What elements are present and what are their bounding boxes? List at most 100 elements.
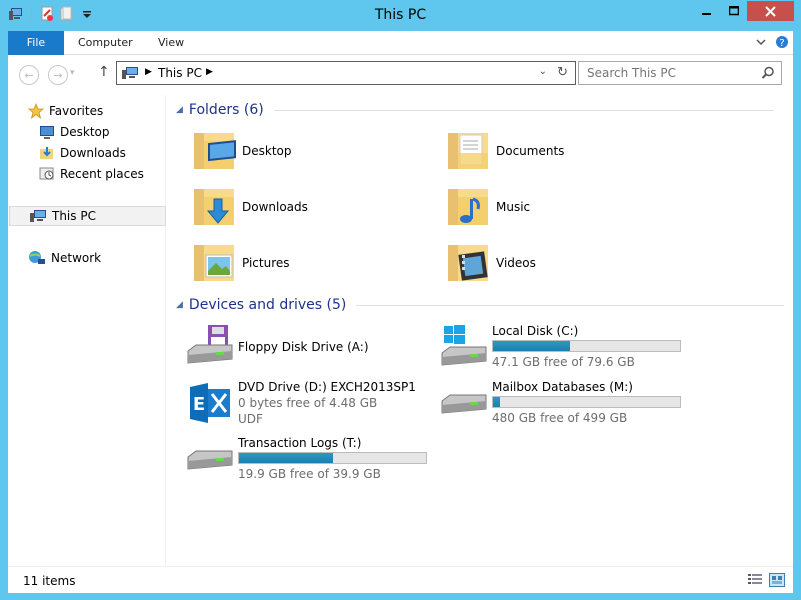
- nav-item-network[interactable]: Network: [28, 248, 101, 268]
- svg-text:?: ?: [779, 38, 784, 49]
- group-header-label: Devices and drives (5): [188, 297, 347, 313]
- explorer-window: This PC File Computer View ? ← → ▾ ↑ ▶ T…: [0, 0, 801, 600]
- nav-label: Downloads: [60, 146, 126, 160]
- collapse-arrow-icon[interactable]: ◢: [176, 300, 183, 310]
- drive-free-space: 19.9 GB free of 39.9 GB: [238, 467, 381, 481]
- drive-tile-transaction-logs[interactable]: Transaction Logs (T:) 19.9 GB free of 39…: [186, 435, 436, 489]
- floppy-drive-icon: [187, 325, 233, 364]
- nav-favorites[interactable]: Favorites: [28, 101, 103, 121]
- downloads-icon: [40, 147, 53, 159]
- computer-icon: [30, 210, 46, 222]
- folder-name: Pictures: [242, 256, 290, 270]
- svg-text:E: E: [193, 394, 205, 415]
- ribbon: File Computer View ?: [8, 31, 793, 55]
- drive-free-space: 0 bytes free of 4.48 GB: [238, 396, 378, 410]
- title-bar: This PC: [0, 0, 801, 31]
- tab-view[interactable]: View: [144, 31, 198, 55]
- nav-label: This PC: [52, 209, 96, 223]
- drive-file-system: UDF: [238, 412, 263, 426]
- drive-name: Floppy Disk Drive (A:): [238, 340, 369, 354]
- group-header-label: Folders (6): [188, 102, 264, 118]
- help-icon[interactable]: ?: [775, 35, 789, 52]
- folder-tile[interactable]: Pictures: [190, 239, 440, 293]
- folder-desktop-icon: [194, 133, 236, 169]
- desktop-icon: [40, 126, 54, 139]
- tab-file[interactable]: File: [8, 31, 64, 55]
- refresh-icon[interactable]: ↻: [557, 65, 568, 80]
- nav-item-recent-places[interactable]: Recent places: [39, 164, 144, 184]
- tab-computer[interactable]: Computer: [64, 31, 147, 55]
- breadcrumb-arrow-icon[interactable]: ▶: [145, 67, 152, 77]
- nav-label: Favorites: [49, 104, 104, 118]
- up-button[interactable]: ↑: [98, 64, 110, 80]
- nav-label: Network: [51, 251, 102, 265]
- recent-locations-icon[interactable]: ▾: [70, 68, 75, 78]
- main-pane: ◢ Folders (6) Desktop Documents Download…: [168, 95, 793, 566]
- drive-usage-bar: [238, 452, 427, 464]
- status-bar: 11 items: [8, 566, 793, 593]
- navigation-pane: Favorites Desktop Downloads Recent place…: [8, 95, 166, 566]
- minimize-button[interactable]: [693, 1, 720, 21]
- address-bar[interactable]: ▶ This PC ▶ ⌄ ↻: [116, 61, 576, 85]
- drive-free-space: 47.1 GB free of 79.6 GB: [492, 355, 635, 369]
- group-header-devices[interactable]: ◢ Devices and drives (5): [176, 295, 785, 315]
- drive-name: Mailbox Databases (M:): [492, 380, 633, 394]
- folder-documents-icon: [448, 133, 488, 169]
- hard-drive-icon: [187, 450, 233, 470]
- search-icon[interactable]: [761, 66, 775, 83]
- collapse-arrow-icon[interactable]: ◢: [176, 105, 183, 115]
- folder-name: Videos: [496, 256, 536, 270]
- maximize-button[interactable]: [720, 1, 747, 21]
- drive-tile-mailbox[interactable]: Mailbox Databases (M:) 480 GB free of 49…: [440, 379, 690, 433]
- nav-item-downloads[interactable]: Downloads: [39, 143, 126, 163]
- search-input[interactable]: [587, 66, 757, 80]
- drive-name: DVD Drive (D:) EXCH2013SP1: [238, 380, 416, 394]
- close-button[interactable]: [747, 1, 794, 21]
- forward-button[interactable]: →: [48, 65, 68, 85]
- content-area: Favorites Desktop Downloads Recent place…: [8, 95, 793, 566]
- breadcrumb-arrow-icon[interactable]: ▶: [206, 67, 213, 77]
- nav-item-this-pc[interactable]: This PC: [9, 206, 166, 226]
- drive-name: Local Disk (C:): [492, 324, 579, 338]
- folder-music-icon: [448, 189, 488, 225]
- folder-pictures-icon: [194, 245, 234, 281]
- group-divider: [356, 304, 785, 306]
- search-box[interactable]: [578, 61, 782, 85]
- drive-usage-bar: [492, 340, 681, 352]
- drive-usage-fill: [493, 341, 570, 351]
- address-row: ← → ▾ ↑ ▶ This PC ▶ ⌄ ↻: [8, 55, 793, 95]
- exchange-dvd-icon: E: [188, 381, 232, 425]
- ribbon-controls: ?: [755, 35, 789, 52]
- folder-tile[interactable]: Documents: [444, 127, 694, 181]
- nav-label: Recent places: [60, 167, 144, 181]
- nav-label: Desktop: [60, 125, 110, 139]
- drive-usage-bar: [492, 396, 681, 408]
- item-count: 11 items: [23, 574, 76, 588]
- folder-videos-icon: [448, 245, 488, 281]
- window-title: This PC: [374, 7, 427, 23]
- details-view-icon[interactable]: [747, 573, 763, 590]
- drive-name: Transaction Logs (T:): [238, 436, 362, 450]
- computer-icon: [121, 66, 139, 83]
- expand-ribbon-icon[interactable]: [755, 36, 767, 51]
- star-icon: [28, 103, 44, 119]
- folder-tile[interactable]: Downloads: [190, 183, 440, 237]
- tiles-view-icon[interactable]: [769, 573, 785, 590]
- nav-item-desktop[interactable]: Desktop: [39, 122, 110, 142]
- caption-buttons: [693, 1, 794, 21]
- folder-tile[interactable]: Videos: [444, 239, 694, 293]
- folder-tile[interactable]: Music: [444, 183, 694, 237]
- drive-tile-floppy[interactable]: Floppy Disk Drive (A:): [186, 323, 436, 377]
- address-dropdown-icon[interactable]: ⌄: [539, 66, 547, 77]
- view-toggle: [747, 573, 785, 590]
- back-button[interactable]: ←: [19, 65, 39, 85]
- group-header-folders[interactable]: ◢ Folders (6): [176, 100, 774, 120]
- drive-usage-fill: [239, 453, 333, 463]
- folder-downloads-icon: [194, 189, 234, 225]
- folder-name: Desktop: [242, 144, 292, 158]
- drive-tile-dvd[interactable]: E DVD Drive (D:) EXCH2013SP1 0 bytes fre…: [186, 379, 436, 435]
- folder-tile[interactable]: Desktop: [190, 127, 440, 181]
- breadcrumb-this-pc[interactable]: This PC: [158, 66, 202, 80]
- drive-tile-local-disk[interactable]: Local Disk (C:) 47.1 GB free of 79.6 GB: [440, 323, 690, 377]
- drive-free-space: 480 GB free of 499 GB: [492, 411, 628, 425]
